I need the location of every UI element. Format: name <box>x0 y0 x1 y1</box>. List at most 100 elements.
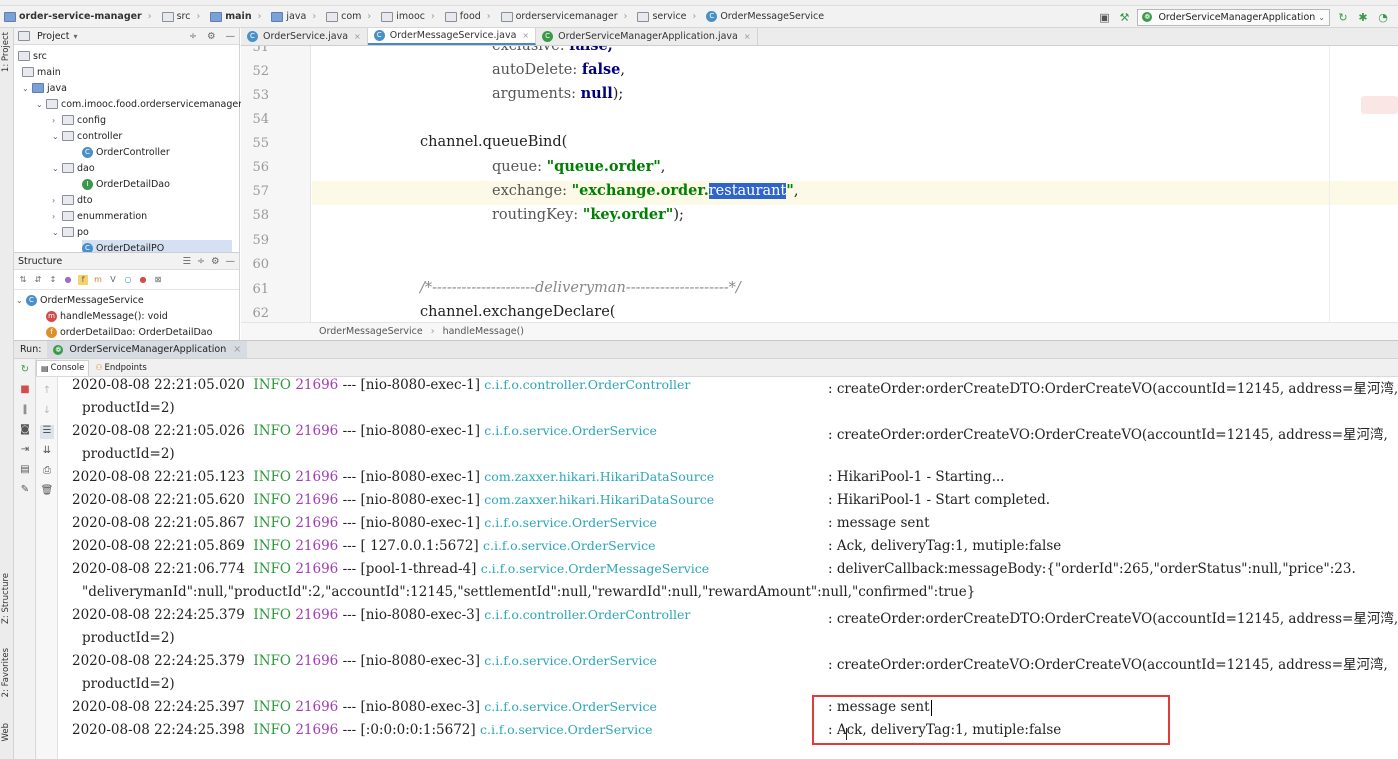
web-tool-button[interactable]: Web <box>1 723 11 742</box>
tab-ordermessageservice[interactable]: C OrderMessageService.java × <box>367 28 537 45</box>
package-icon <box>62 227 74 237</box>
tree-item-enummeration[interactable]: › enummeration <box>52 208 147 224</box>
rerun-icon[interactable]: ↻ <box>18 364 32 378</box>
crumb-src[interactable]: src › <box>158 11 207 22</box>
class-icon: C <box>373 30 385 41</box>
tree-item-config[interactable]: › config <box>52 112 106 128</box>
left-tool-stripe: 1: Project Z: Structure 2: Favorites Web <box>0 28 14 759</box>
expanded-arrow-icon[interactable]: ⌄ <box>36 100 46 109</box>
non-public-filter-icon[interactable]: ● <box>138 275 148 285</box>
inherited-icon[interactable]: ↕ <box>48 275 58 285</box>
anonymous-filter-icon[interactable]: ○ <box>123 275 133 285</box>
crumb-service[interactable]: service › <box>633 11 702 22</box>
project-tool-button[interactable]: 1: Project <box>1 32 11 72</box>
expanded-arrow-icon[interactable]: ⌄ <box>22 84 32 93</box>
crumb-food[interactable]: food › <box>441 11 497 22</box>
crumb-com[interactable]: com › <box>322 11 377 22</box>
method-filter-icon[interactable]: m <box>93 275 103 285</box>
tree-item-po[interactable]: ⌄ po <box>52 224 89 240</box>
tree-item-main[interactable]: main <box>22 64 61 80</box>
up-arrow-icon[interactable]: ↑ <box>40 385 54 399</box>
favorites-tool-button[interactable]: 2: Favorites <box>1 648 11 697</box>
tab-orderservicemanagerapplication[interactable]: C OrderServiceManagerApplication.java × <box>536 28 758 45</box>
code-editor[interactable]: 51 52 53 54 55 56 57 58 59 60 61 62 excl… <box>241 46 1398 322</box>
field-filter-icon[interactable]: f <box>78 274 88 285</box>
autoscroll-icon[interactable]: ⊠ <box>153 275 163 285</box>
log-line: 2020-08-08 22:24:25.379 INFO 21696 --- [… <box>72 653 657 669</box>
collapsed-arrow-icon[interactable]: › <box>52 212 62 221</box>
crumb-main[interactable]: main › <box>206 11 267 22</box>
tree-item-controller[interactable]: ⌄ controller <box>52 128 122 144</box>
log-line: 2020-08-08 22:21:05.867 INFO 21696 --- [… <box>72 515 657 531</box>
log-message: : Ack, deliveryTag:1, mutiple:false <box>828 538 1062 554</box>
crumb-java[interactable]: java › <box>267 11 322 22</box>
folder-icon <box>161 11 174 22</box>
stop-icon[interactable]: ■ <box>18 384 32 398</box>
structure-item-class[interactable]: ⌄ C OrderMessageService <box>16 292 144 308</box>
tree-item-ordercontroller[interactable]: C OrderController <box>82 144 170 160</box>
layout-icon[interactable]: ▤ <box>18 464 32 478</box>
rerun-icon[interactable]: ↻ <box>1336 11 1350 24</box>
tree-item-dto[interactable]: › dto <box>52 192 93 208</box>
structure-tool-button[interactable]: Z: Structure <box>1 573 11 624</box>
structure-item-field[interactable]: f orderDetailDao: OrderDetailDao <box>46 324 212 340</box>
log-line: 2020-08-08 22:21:05.869 INFO 21696 --- [… <box>72 538 656 554</box>
sort-alpha-icon[interactable]: ⇅ <box>18 275 28 285</box>
tree-item-package-root[interactable]: ⌄ com.imooc.food.orderservicemanager <box>36 96 242 112</box>
run-config-selector[interactable]: ❁ OrderServiceManagerApplication ⌄ <box>1137 8 1330 26</box>
tree-item-dao[interactable]: ⌄ dao <box>52 160 95 176</box>
close-icon[interactable]: × <box>233 344 241 355</box>
breadcrumb-method[interactable]: handleMessage() <box>443 326 524 337</box>
gear-icon[interactable]: ⚙ <box>211 256 220 267</box>
close-icon[interactable]: × <box>522 31 529 40</box>
expanded-arrow-icon[interactable]: ⌄ <box>52 164 62 173</box>
scroll-to-end-icon[interactable]: ⇊ <box>40 445 54 459</box>
camera-icon[interactable]: ◙ <box>18 424 32 438</box>
project-view-selector[interactable]: Project <box>37 31 70 42</box>
pause-icon[interactable]: ‖ <box>18 404 32 418</box>
down-arrow-icon[interactable]: ↓ <box>40 405 54 419</box>
expanded-arrow-icon[interactable]: ⌄ <box>52 132 62 141</box>
hammer-icon[interactable]: ⚒ <box>1117 11 1131 24</box>
minimize-icon[interactable]: — <box>226 256 236 267</box>
run-tab-application[interactable]: ❁ OrderServiceManagerApplication × <box>47 341 248 358</box>
collapsed-arrow-icon[interactable]: › <box>52 196 62 205</box>
crumb-project[interactable]: order-service-manager › <box>0 11 158 22</box>
layout-icon[interactable]: ▣ <box>1097 11 1111 24</box>
endpoints-icon: ⚇ <box>95 363 103 372</box>
gear-icon[interactable]: ⚙ <box>207 31 216 42</box>
tree-item-src[interactable]: src <box>18 48 47 64</box>
current-line-highlight <box>312 181 1398 205</box>
collapse-icon[interactable]: ÷ <box>197 256 205 267</box>
print-icon[interactable]: ⎙ <box>40 465 54 479</box>
collapsed-arrow-icon[interactable]: › <box>52 116 62 125</box>
tab-orderservice[interactable]: C OrderService.java × <box>241 28 368 45</box>
console-output[interactable]: 2020-08-08 22:21:05.020 INFO 21696 --- [… <box>58 377 1398 759</box>
close-icon[interactable]: × <box>744 32 751 41</box>
coverage-icon[interactable]: ◔ <box>1376 11 1390 24</box>
sort-visibility-icon[interactable]: ⇵ <box>33 275 43 285</box>
pin-icon[interactable]: ✎ <box>18 484 32 498</box>
exit-icon[interactable]: ⇥ <box>18 444 32 458</box>
expanded-arrow-icon[interactable]: ⌄ <box>52 228 62 237</box>
tab-endpoints[interactable]: ⚇ Endpoints <box>91 360 150 376</box>
debug-icon[interactable]: ✱ <box>1356 11 1370 24</box>
crumb-ordermessageservice[interactable]: C OrderMessageService <box>702 11 830 22</box>
tab-console[interactable]: ▤ Console <box>36 359 90 376</box>
tree-item-java[interactable]: ⌄ java <box>22 80 67 96</box>
expanded-arrow-icon[interactable]: ⌄ <box>16 296 26 305</box>
crumb-orderservicemanager[interactable]: orderservicemanager › <box>497 11 634 22</box>
lambda-filter-icon[interactable]: V <box>108 275 118 285</box>
collapse-icon[interactable]: ÷ <box>189 31 197 42</box>
tree-item-orderdetaildao[interactable]: I OrderDetailDao <box>82 176 170 192</box>
minimize-icon[interactable]: — <box>226 31 236 42</box>
log-message: : createOrder:orderCreateDTO:OrderCreate… <box>828 381 1398 397</box>
property-icon[interactable]: ● <box>63 275 73 285</box>
soft-wrap-icon[interactable]: ☰ <box>40 425 54 439</box>
structure-item-method[interactable]: m handleMessage(): void <box>46 308 168 324</box>
expand-all-icon[interactable]: ☰ <box>182 256 191 267</box>
trash-icon[interactable]: 🗑 <box>40 485 54 499</box>
crumb-imooc[interactable]: imooc › <box>377 11 441 22</box>
breadcrumb-class[interactable]: OrderMessageService <box>319 326 423 337</box>
close-icon[interactable]: × <box>354 32 361 41</box>
